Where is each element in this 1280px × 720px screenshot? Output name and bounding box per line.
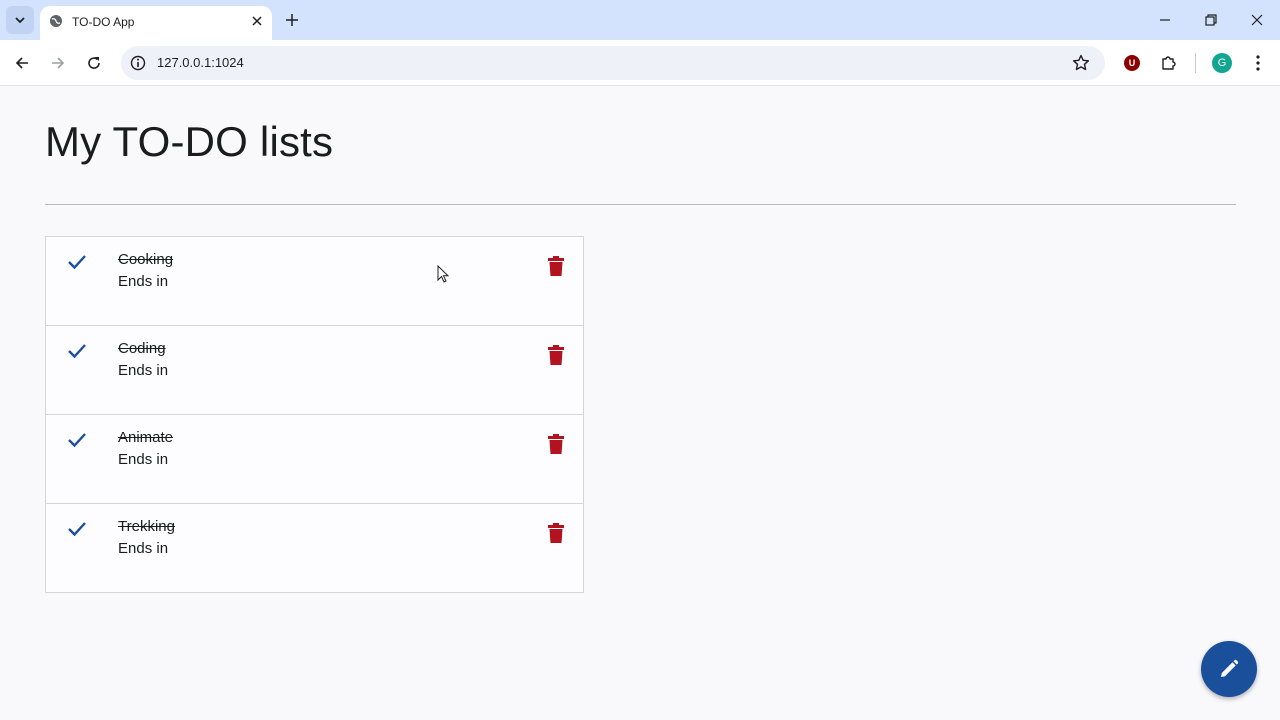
puzzle-icon[interactable] (1160, 54, 1178, 72)
page-title: My TO-DO lists (45, 118, 334, 165)
todo-ends-in: Ends in (118, 451, 169, 468)
restore-button[interactable] (1202, 11, 1220, 29)
address-bar[interactable]: 127.0.0.1:1024 (121, 46, 1105, 80)
todo-list: Cooking Ends in Coding Ends in Animate E… (45, 236, 584, 593)
restore-icon (1205, 14, 1217, 26)
back-button[interactable] (12, 53, 32, 73)
new-tab-button[interactable] (283, 11, 301, 29)
star-icon[interactable] (1072, 54, 1090, 72)
back-icon (15, 57, 28, 69)
todo-ends-in: Ends in (118, 540, 169, 557)
todo-item[interactable]: Cooking Ends in (46, 237, 583, 326)
ublock-extension-button[interactable]: U (1124, 55, 1140, 71)
close-window-button[interactable] (1248, 11, 1266, 29)
profile-avatar[interactable]: G (1212, 53, 1232, 73)
todo-item[interactable]: Animate Ends in (46, 415, 583, 504)
todo-name: Animate (118, 429, 174, 446)
close-icon (252, 16, 262, 26)
trash-icon[interactable] (548, 523, 564, 543)
active-tab[interactable]: TO-DO App (40, 6, 272, 40)
tab-title: TO-DO App (72, 15, 135, 29)
todo-ends-in: Ends in (118, 362, 169, 379)
title-divider (45, 204, 1236, 205)
pencil-icon (1221, 659, 1239, 677)
globe-icon (50, 15, 62, 27)
todo-item[interactable]: Trekking Ends in (46, 504, 583, 592)
minimize-button[interactable] (1156, 11, 1174, 29)
check-icon[interactable] (67, 521, 87, 537)
tab-close-button[interactable] (249, 13, 265, 29)
check-icon[interactable] (67, 343, 87, 359)
todo-name: Trekking (118, 518, 175, 535)
toolbar-separator (1195, 53, 1196, 73)
forward-icon (52, 57, 65, 69)
todo-name: Coding (118, 340, 166, 357)
trash-icon[interactable] (548, 345, 564, 365)
check-icon[interactable] (67, 254, 87, 270)
tab-search-button[interactable] (6, 6, 34, 34)
reload-button[interactable] (84, 53, 104, 73)
plus-icon (286, 14, 298, 26)
todo-item[interactable]: Coding Ends in (46, 326, 583, 415)
minimize-icon (1160, 19, 1170, 21)
tab-search-icon (15, 17, 25, 24)
close-icon (1251, 14, 1263, 26)
tab-strip: TO-DO App (0, 0, 1280, 40)
mouse-cursor-icon (437, 265, 450, 283)
url-text: 127.0.0.1:1024 (157, 55, 244, 70)
trash-icon[interactable] (548, 434, 564, 454)
todo-name: Cooking (118, 251, 174, 268)
reload-icon (88, 57, 100, 69)
browser-toolbar: 127.0.0.1:1024 (0, 40, 1280, 86)
todo-ends-in: Ends in (118, 273, 169, 290)
forward-button[interactable] (48, 53, 68, 73)
trash-icon[interactable] (548, 256, 564, 276)
check-icon[interactable] (67, 432, 87, 448)
edit-fab-button[interactable] (1201, 641, 1257, 697)
menu-dots-icon[interactable] (1250, 54, 1266, 72)
site-info-icon[interactable] (130, 55, 146, 71)
